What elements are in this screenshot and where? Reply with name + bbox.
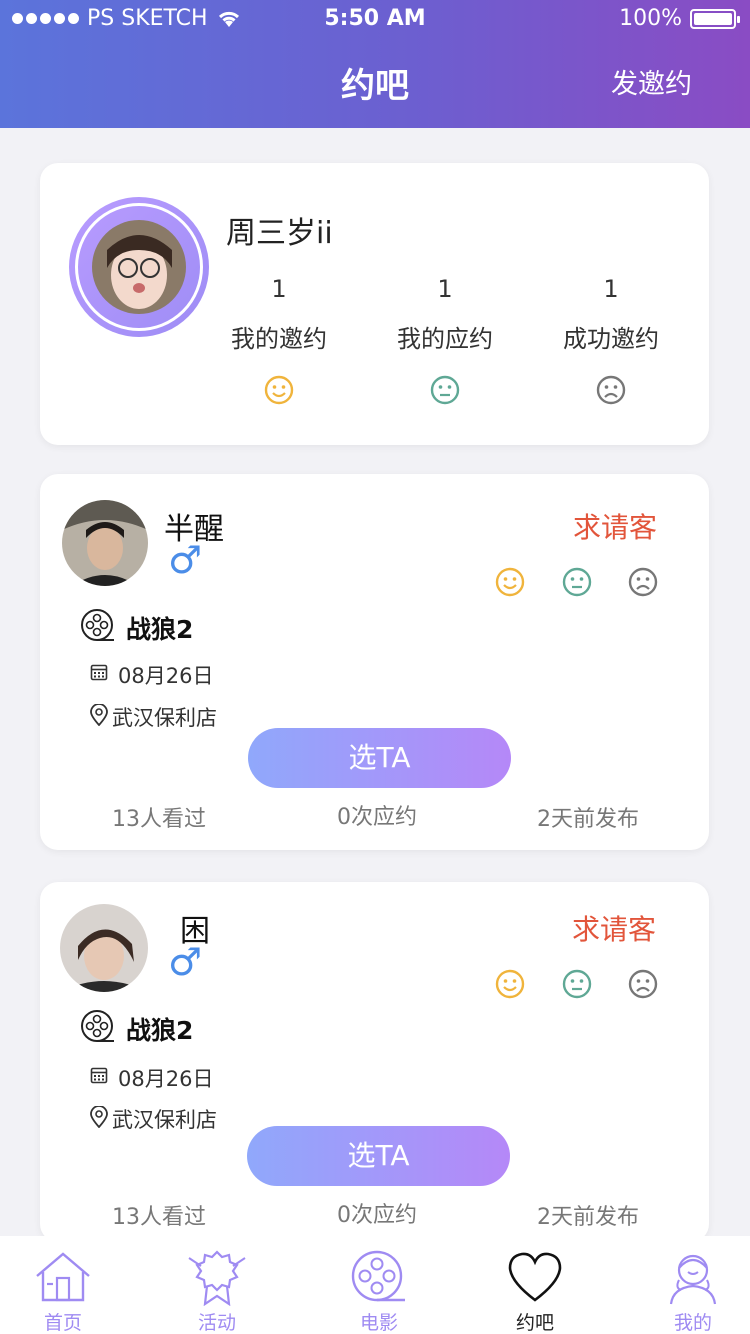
movie-title[interactable]: 战狼2 [126, 610, 193, 646]
neutral-face-icon [430, 375, 460, 405]
status-bar: PS SKETCH 5:50 AM 100% [0, 6, 750, 36]
tab-activity-label: 活动 [197, 1312, 236, 1334]
invite-date: 08月26日 [118, 1067, 214, 1091]
posted-time: 2天前发布 [537, 807, 639, 832]
viewed-count: 13人看过 [112, 1205, 206, 1230]
user-icon [669, 1254, 717, 1305]
viewed-count: 13人看过 [112, 807, 206, 832]
stat-invites-count: 1 [271, 275, 287, 303]
male-icon: ♂ [168, 538, 203, 582]
bottom-tab-bar: 首页 活动 电影 约吧 我的 [0, 1236, 750, 1334]
tab-movie-label: 电影 [359, 1312, 398, 1334]
invite-type-tag: 求请客 [572, 913, 657, 946]
response-count: 0次应约 [337, 805, 417, 830]
film-reel-icon [81, 1010, 114, 1042]
tab-activity[interactable]: 活动 [142, 1236, 292, 1334]
tab-home[interactable]: 首页 [0, 1236, 138, 1334]
profile-card: 周三岁ii 1 我的邀约 1 我的应约 1 成功邀约 [40, 163, 709, 445]
avatar[interactable] [62, 500, 148, 586]
status-right: 100% [619, 6, 740, 31]
tab-yueba[interactable]: 约吧 [460, 1236, 610, 1334]
film-reel-icon [81, 609, 114, 641]
invite-card[interactable]: 困 ♂ 求请客 战狼2 08月26日 武汉保利店 选TA 13人看过 0次应约 … [40, 882, 709, 1242]
stat-success-label[interactable]: 成功邀约 [541, 319, 681, 354]
happy-face-icon[interactable] [495, 567, 525, 597]
sad-face-icon[interactable] [628, 969, 658, 999]
sad-face-icon[interactable] [628, 567, 658, 597]
sad-face-icon [596, 375, 626, 405]
invite-type-tag: 求请客 [573, 511, 658, 544]
profile-name: 周三岁ii [226, 216, 333, 251]
battery-percent: 100% [619, 6, 682, 31]
invite-card[interactable]: 半醒 ♂ 求请客 战狼2 08月26日 武汉保利店 选TA 13人看过 0次应约… [40, 474, 709, 850]
tab-home-label: 首页 [43, 1312, 82, 1334]
stat-success-count: 1 [603, 275, 619, 303]
calendar-icon [90, 1067, 108, 1084]
ribbon-icon [188, 1250, 246, 1306]
invite-location: 武汉保利店 [112, 1108, 217, 1132]
header-bar: PS SKETCH 5:50 AM 100% 约吧 发邀约 [0, 0, 750, 128]
neutral-face-icon[interactable] [562, 567, 592, 597]
movie-title[interactable]: 战狼2 [126, 1011, 193, 1047]
choose-ta-button[interactable]: 选TA [247, 1126, 510, 1186]
happy-face-icon[interactable] [495, 969, 525, 999]
send-invite-button[interactable]: 发邀约 [611, 62, 692, 101]
avatar[interactable] [60, 904, 148, 992]
location-pin-icon [90, 1106, 108, 1128]
home-icon [36, 1252, 90, 1302]
stat-invites-label[interactable]: 我的邀约 [209, 319, 349, 354]
film-reel-icon [351, 1250, 405, 1302]
battery-icon [690, 8, 740, 29]
invite-date: 08月26日 [118, 664, 214, 688]
tab-mine-label: 我的 [673, 1312, 712, 1334]
heart-icon [508, 1252, 562, 1302]
male-icon: ♂ [168, 940, 203, 984]
neutral-face-icon[interactable] [562, 969, 592, 999]
choose-ta-button[interactable]: 选TA [248, 728, 511, 788]
posted-time: 2天前发布 [537, 1205, 639, 1230]
tab-yueba-label: 约吧 [515, 1312, 554, 1334]
happy-face-icon [264, 375, 294, 405]
location-pin-icon [90, 704, 108, 726]
invite-location: 武汉保利店 [112, 706, 217, 730]
calendar-icon [90, 664, 108, 681]
stat-responses-label[interactable]: 我的应约 [375, 319, 515, 354]
tab-mine[interactable]: 我的 [618, 1236, 750, 1334]
tab-movie[interactable]: 电影 [304, 1236, 454, 1334]
stat-responses-count: 1 [437, 275, 453, 303]
response-count: 0次应约 [337, 1203, 417, 1228]
avatar[interactable] [92, 220, 186, 314]
